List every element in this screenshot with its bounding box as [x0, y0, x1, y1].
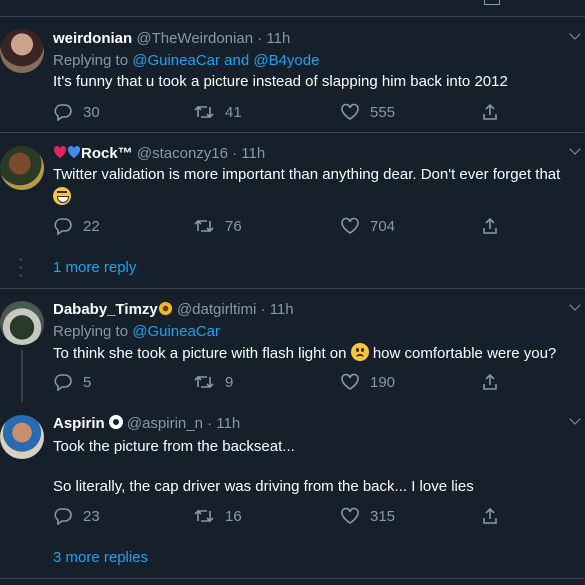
chevron-down-icon[interactable]	[569, 299, 581, 311]
tweet-actions: 22 76 704	[53, 217, 523, 239]
like-count: 555	[370, 103, 396, 121]
reply-icon	[54, 374, 72, 391]
retweet-icon	[194, 105, 214, 119]
handle[interactable]: @aspirin_n	[127, 415, 203, 432]
tweet-actions: 30 41 555	[53, 103, 523, 125]
like-icon	[341, 507, 359, 524]
retweet-count: 76	[225, 217, 242, 235]
replying-to: Replying to @GuineaCar	[53, 323, 220, 340]
reply-icon	[54, 218, 72, 235]
replying-to: Replying to @GuineaCar and @B4yode	[53, 52, 320, 69]
share-button[interactable]	[481, 217, 499, 235]
divider	[0, 578, 585, 579]
timestamp[interactable]: · 11h	[232, 145, 265, 162]
avatar[interactable]	[0, 146, 44, 190]
reply-count: 22	[83, 217, 100, 235]
reply-button[interactable]: 23	[53, 507, 100, 525]
show-more-replies-link[interactable]: 1 more reply	[53, 259, 136, 276]
display-name[interactable]: Aspirin	[53, 415, 105, 432]
reply-button[interactable]: 22	[53, 217, 100, 235]
like-count: 704	[370, 217, 396, 235]
blue-heart-icon	[67, 145, 81, 158]
handle[interactable]: @TheWeirdonian	[136, 30, 253, 47]
retweet-icon	[194, 219, 214, 233]
reply-button[interactable]: 30	[53, 103, 100, 121]
tweet-text: To think she took a picture with flash l…	[53, 343, 557, 362]
retweet-button[interactable]: 41	[193, 103, 242, 121]
chevron-down-icon[interactable]	[569, 413, 581, 425]
reply-count: 30	[83, 103, 100, 121]
reply-icon	[54, 104, 72, 121]
tweet-text: Twitter validation is more important tha…	[53, 166, 561, 183]
like-button[interactable]: 555	[340, 103, 395, 121]
show-more-replies-link[interactable]: 3 more replies	[53, 549, 148, 566]
divider	[0, 132, 585, 133]
share-icon	[483, 373, 497, 390]
like-icon	[341, 373, 359, 390]
retweet-button[interactable]: 16	[193, 507, 242, 525]
display-name[interactable]: Dababy_Timzy	[53, 301, 158, 318]
avatar[interactable]	[0, 29, 44, 73]
like-icon	[341, 217, 359, 234]
timestamp[interactable]: · 11h	[207, 415, 240, 432]
share-icon[interactable]	[484, 0, 500, 5]
handle[interactable]: @staconzy16	[137, 145, 228, 162]
reply-icon	[54, 508, 72, 525]
share-icon	[483, 507, 497, 524]
display-name[interactable]: weirdonian	[53, 30, 132, 47]
share-button[interactable]	[481, 507, 499, 525]
like-button[interactable]: 315	[340, 507, 395, 525]
like-icon	[341, 103, 359, 120]
grinning-emoji-icon	[53, 187, 71, 205]
timestamp[interactable]: · 11h	[257, 30, 290, 47]
share-icon	[483, 103, 497, 120]
display-name[interactable]: Rock™	[81, 145, 133, 162]
timestamp[interactable]: · 11h	[261, 301, 294, 318]
tweet-text-line-1: Took the picture from the backseat...	[53, 438, 295, 455]
sunflower-icon	[158, 301, 172, 316]
divider	[0, 288, 585, 289]
retweet-button[interactable]: 76	[193, 217, 242, 235]
avatar[interactable]	[0, 415, 44, 459]
chevron-down-icon[interactable]	[345, 0, 359, 4]
replying-to-link[interactable]: @GuineaCar	[132, 323, 220, 340]
reply-button[interactable]: 5	[53, 373, 91, 391]
retweet-count: 41	[225, 103, 242, 121]
replying-to-link[interactable]: @GuineaCar and @B4yode	[132, 52, 319, 69]
previous-tweet-actions	[0, 0, 585, 17]
thread-line	[21, 350, 23, 402]
share-button[interactable]	[481, 103, 499, 121]
tweet-actions: 23 16 315	[53, 507, 523, 529]
tweet-actions: 5 9 190	[53, 373, 523, 395]
like-count: 190	[370, 373, 396, 391]
retweet-count: 9	[225, 373, 234, 391]
frowning-emoji-icon	[350, 343, 369, 361]
like-button[interactable]: 704	[340, 217, 395, 235]
reply-count: 23	[83, 507, 100, 525]
retweet-icon	[194, 375, 214, 389]
handle[interactable]: @datgirltimi	[177, 301, 256, 318]
share-icon	[483, 217, 497, 234]
tweet-text: It's funny that u took a picture instead…	[53, 73, 508, 90]
badge-icon	[108, 415, 123, 429]
retweet-icon	[194, 509, 214, 523]
tweet-text-line-2: So literally, the cap driver was driving…	[53, 478, 474, 495]
like-count: 315	[370, 507, 396, 525]
reply-count: 5	[83, 373, 92, 391]
chevron-down-icon[interactable]	[569, 28, 581, 40]
like-button[interactable]: 190	[340, 373, 395, 391]
thread-dots	[19, 258, 22, 282]
avatar[interactable]	[0, 301, 44, 345]
retweet-count: 16	[225, 507, 242, 525]
chevron-down-icon[interactable]	[569, 143, 581, 155]
share-button[interactable]	[481, 373, 499, 391]
retweet-button[interactable]: 9	[193, 373, 233, 391]
red-heart-icon	[53, 145, 67, 158]
